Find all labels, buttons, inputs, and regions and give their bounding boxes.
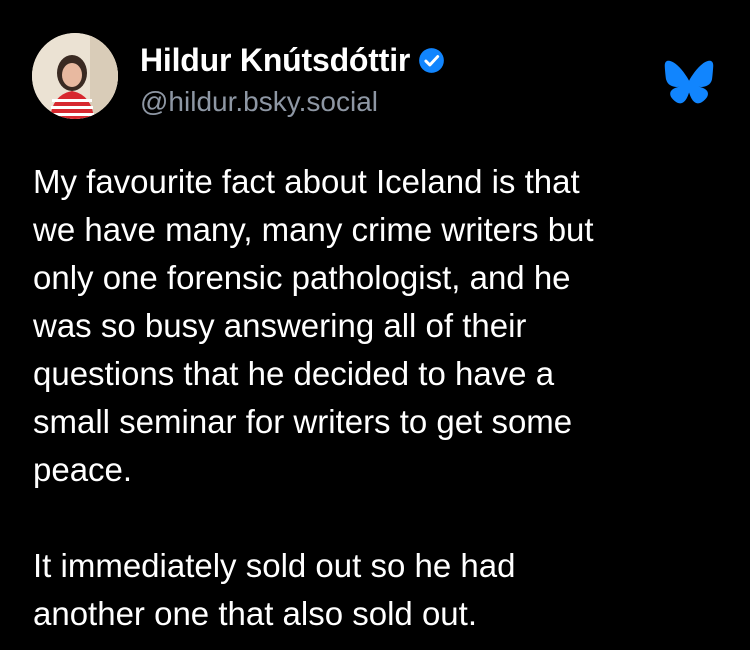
post-card: Hildur Knútsdóttir @hildur.bsky.social M… — [0, 0, 750, 650]
avatar[interactable] — [32, 33, 118, 119]
verified-badge-icon[interactable] — [418, 47, 445, 74]
display-name[interactable]: Hildur Knútsdóttir — [140, 42, 410, 79]
post-text: My favourite fact about Iceland is that … — [33, 163, 594, 632]
post-header: Hildur Knútsdóttir @hildur.bsky.social — [140, 38, 445, 118]
handle[interactable]: @hildur.bsky.social — [140, 86, 445, 118]
bluesky-butterfly-icon[interactable] — [664, 60, 714, 104]
name-row: Hildur Knútsdóttir — [140, 38, 445, 82]
avatar-image — [32, 33, 118, 119]
